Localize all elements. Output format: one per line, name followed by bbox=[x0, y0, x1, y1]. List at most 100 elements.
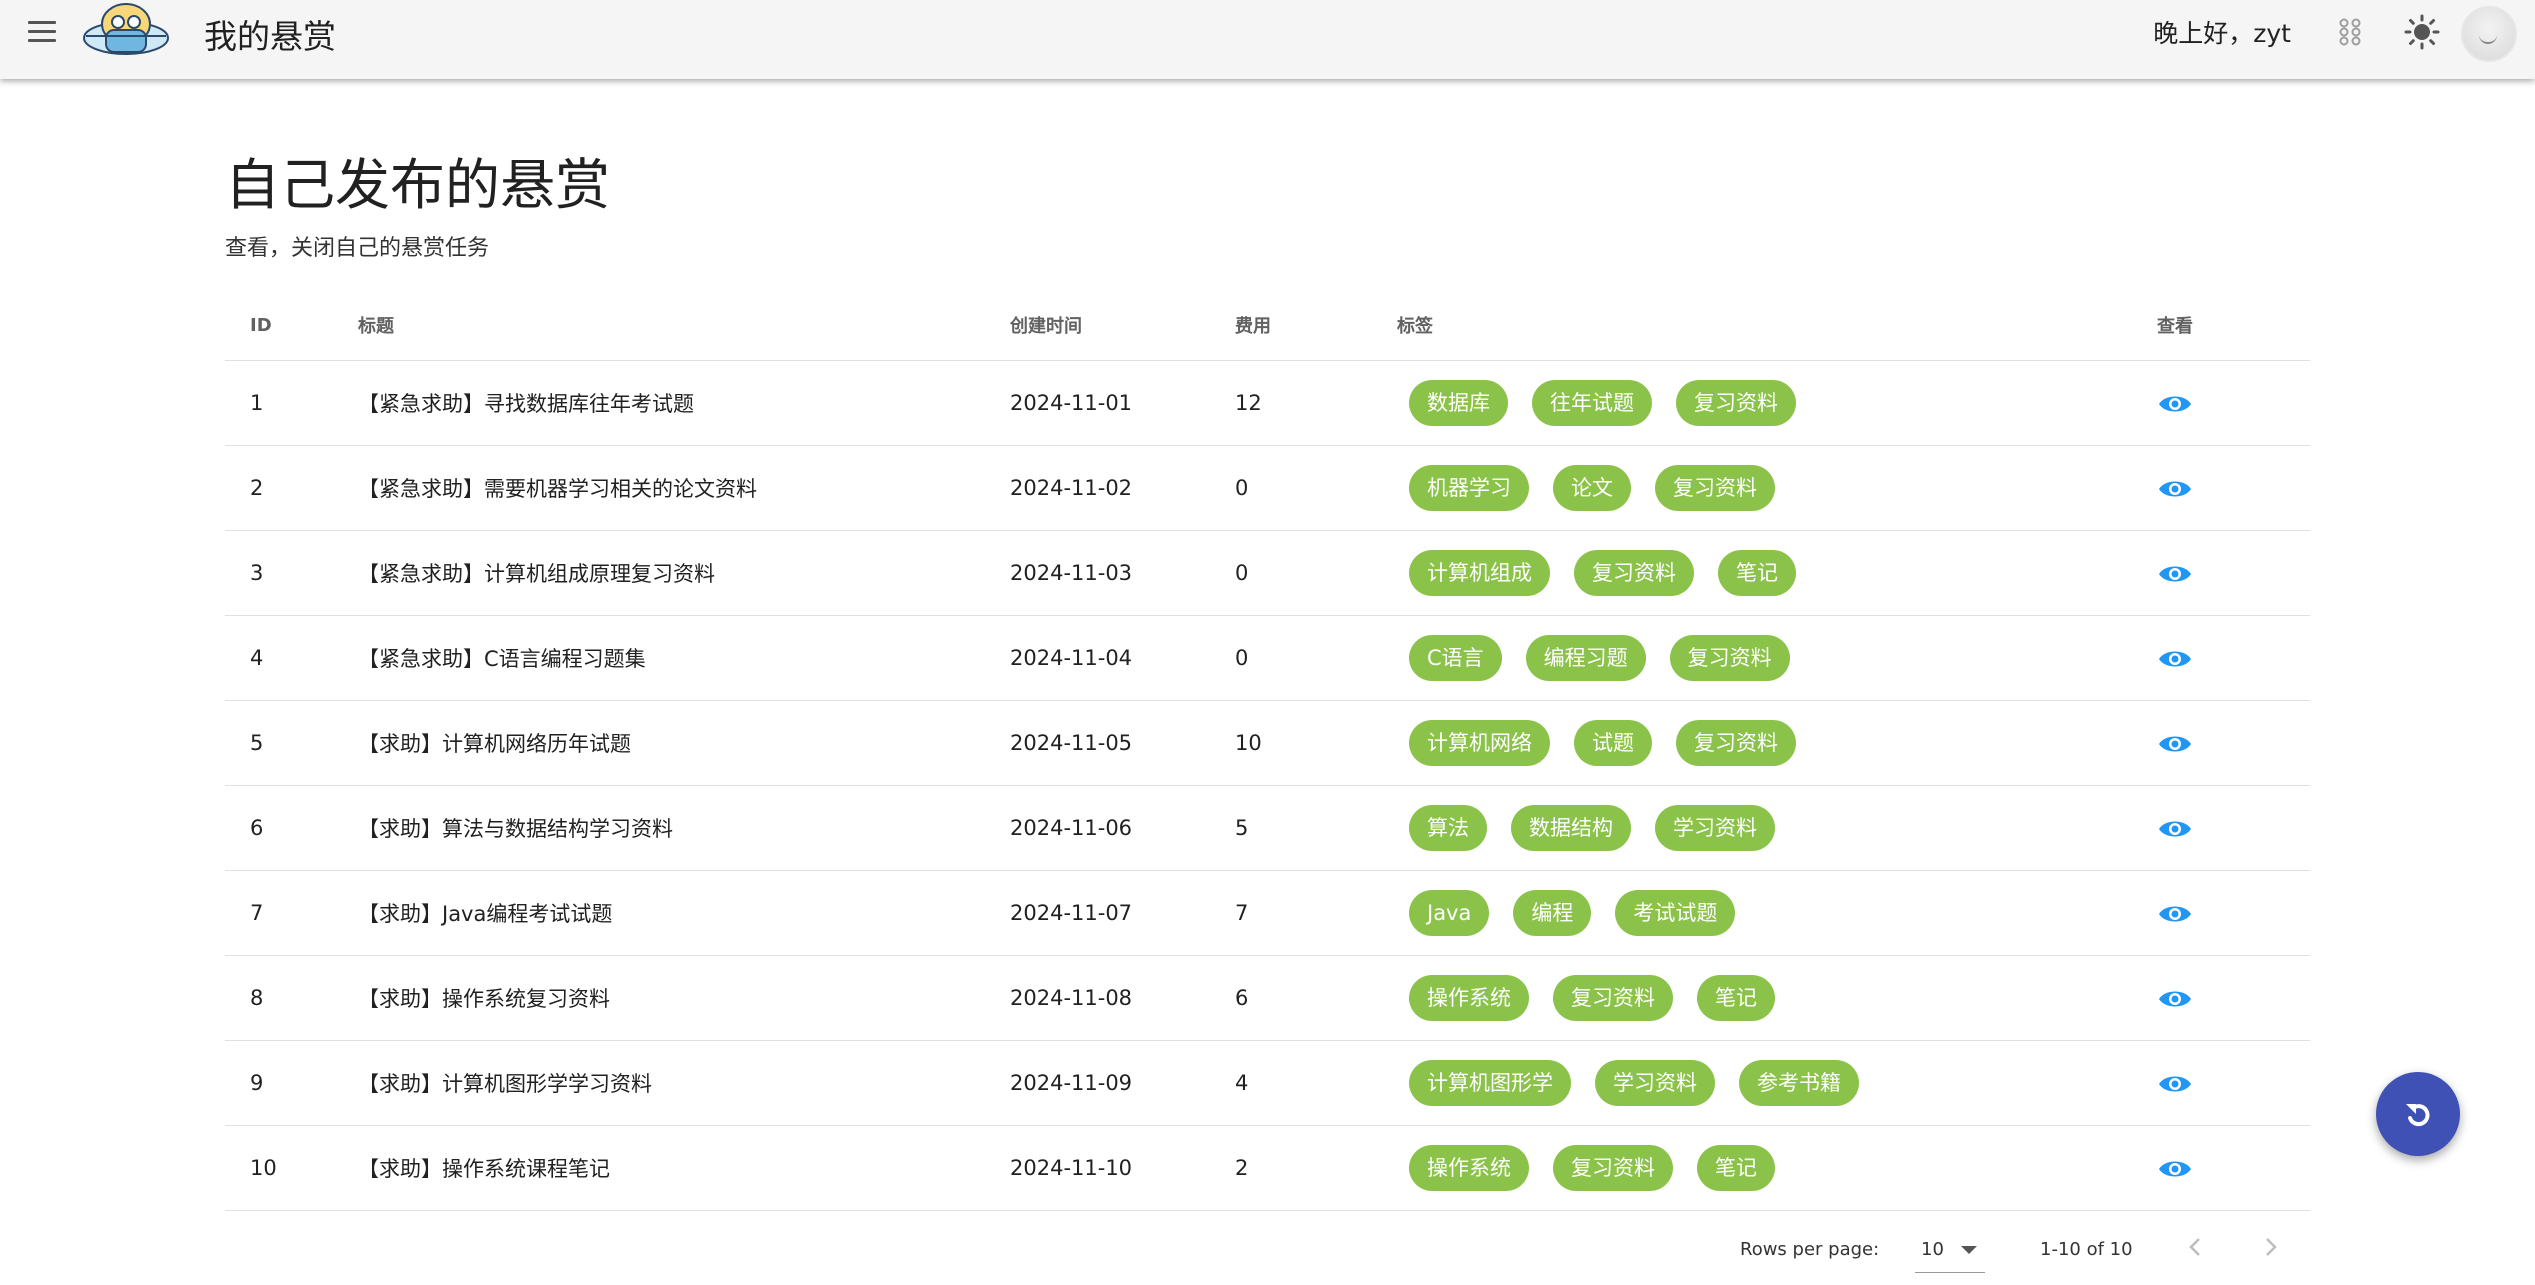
column-header-id[interactable]: ID bbox=[225, 290, 358, 361]
tag-chip[interactable]: 数据结构 bbox=[1511, 805, 1631, 851]
tag-chip[interactable]: 复习资料 bbox=[1676, 380, 1796, 426]
back-fab-button[interactable] bbox=[2376, 1072, 2460, 1156]
cell-fee: 0 bbox=[1235, 445, 1397, 531]
undo-icon bbox=[2406, 1104, 2430, 1127]
tag-chip[interactable]: 复习资料 bbox=[1669, 635, 1790, 681]
rows-per-page-select[interactable]: 10 bbox=[1915, 1226, 1985, 1273]
app-logo[interactable] bbox=[76, 0, 176, 62]
tag-chip[interactable]: 操作系统 bbox=[1409, 975, 1529, 1021]
tag-chip[interactable]: 复习资料 bbox=[1676, 720, 1796, 766]
cell-created: 2024-11-07 bbox=[1010, 870, 1235, 956]
tag-chip[interactable]: Java bbox=[1409, 890, 1490, 936]
tag-chip[interactable]: 复习资料 bbox=[1574, 550, 1694, 596]
cell-title: 【紧急求助】计算机组成原理复习资料 bbox=[358, 530, 1010, 616]
cell-id: 7 bbox=[225, 870, 358, 956]
tag-chip[interactable]: 复习资料 bbox=[1655, 465, 1775, 511]
cell-id: 5 bbox=[225, 700, 358, 786]
cell-view bbox=[2157, 615, 2310, 701]
table-row[interactable]: 5 【求助】计算机网络历年试题 2024-11-05 10 计算机网络 试题 复习资料 bbox=[225, 700, 2310, 786]
column-header-title[interactable]: 标题 bbox=[358, 290, 1010, 361]
eye-icon[interactable] bbox=[2157, 1157, 2193, 1181]
cheese-connect-icon[interactable] bbox=[2326, 10, 2374, 54]
cell-tags: 操作系统 复习资料 笔记 bbox=[1397, 1125, 2157, 1211]
tag-chip[interactable]: 笔记 bbox=[1718, 550, 1796, 596]
table-row[interactable]: 10 【求助】操作系统课程笔记 2024-11-10 2 操作系统 复习资料 笔记 bbox=[225, 1125, 2310, 1211]
cell-created: 2024-11-10 bbox=[1010, 1125, 1235, 1211]
cell-fee: 6 bbox=[1235, 955, 1397, 1041]
cell-created: 2024-11-04 bbox=[1010, 615, 1235, 701]
prev-page-button[interactable] bbox=[2180, 1232, 2210, 1262]
cell-id: 6 bbox=[225, 785, 358, 871]
cell-title: 【求助】Java编程考试试题 bbox=[358, 870, 1010, 956]
eye-icon[interactable] bbox=[2157, 732, 2193, 756]
cell-tags: Java 编程 考试试题 bbox=[1397, 870, 2157, 956]
tag-chip[interactable]: C语言 bbox=[1409, 635, 1502, 681]
tag-chip[interactable]: 机器学习 bbox=[1409, 465, 1529, 511]
column-header-created[interactable]: 创建时间 bbox=[1010, 290, 1235, 361]
cell-title: 【求助】操作系统复习资料 bbox=[358, 955, 1010, 1041]
tag-chip[interactable]: 考试试题 bbox=[1615, 890, 1736, 936]
cell-created: 2024-11-08 bbox=[1010, 955, 1235, 1041]
rows-per-page-value: 10 bbox=[1921, 1239, 1944, 1260]
tag-chip[interactable]: 学习资料 bbox=[1595, 1060, 1715, 1106]
tag-chip[interactable]: 复习资料 bbox=[1553, 1145, 1673, 1191]
table-row[interactable]: 4 【紧急求助】C语言编程习题集 2024-11-04 0 C语言 编程习题 复习资料 bbox=[225, 615, 2310, 701]
app-title: 我的悬赏 bbox=[204, 17, 336, 56]
tag-chip[interactable]: 算法 bbox=[1409, 805, 1487, 851]
column-header-view[interactable]: 查看 bbox=[2157, 290, 2310, 361]
tag-chip[interactable]: 学习资料 bbox=[1655, 805, 1775, 851]
column-header-tags[interactable]: 标签 bbox=[1397, 290, 2157, 361]
table-row[interactable]: 1 【紧急求助】寻找数据库往年考试题 2024-11-01 12 数据库 往年试题 复习资料 bbox=[225, 360, 2310, 446]
table-row[interactable]: 7 【求助】Java编程考试试题 2024-11-07 7 Java 编程 考试试题 bbox=[225, 870, 2310, 956]
tag-chip[interactable]: 编程 bbox=[1513, 890, 1592, 936]
tag-chip[interactable]: 计算机网络 bbox=[1409, 720, 1550, 766]
cell-title: 【求助】操作系统课程笔记 bbox=[358, 1125, 1010, 1211]
brightness-icon[interactable] bbox=[2398, 10, 2446, 54]
menu-icon[interactable] bbox=[22, 14, 62, 48]
tag-chip[interactable]: 试题 bbox=[1574, 720, 1652, 766]
tag-chip[interactable]: 笔记 bbox=[1697, 1145, 1775, 1191]
cell-fee: 7 bbox=[1235, 870, 1397, 956]
cell-tags: 机器学习 论文 复习资料 bbox=[1397, 445, 2157, 531]
next-page-button[interactable] bbox=[2256, 1232, 2286, 1262]
table-row[interactable]: 9 【求助】计算机图形学学习资料 2024-11-09 4 计算机图形学 学习资料 参考书籍 bbox=[225, 1040, 2310, 1126]
eye-icon[interactable] bbox=[2157, 987, 2193, 1011]
tag-chip[interactable]: 数据库 bbox=[1409, 380, 1508, 426]
eye-icon[interactable] bbox=[2157, 1072, 2193, 1096]
table-row[interactable]: 2 【紧急求助】需要机器学习相关的论文资料 2024-11-02 0 机器学习 论文 复习资… bbox=[225, 445, 2310, 531]
tag-chip[interactable]: 论文 bbox=[1553, 465, 1631, 511]
tag-chip[interactable]: 复习资料 bbox=[1553, 975, 1673, 1021]
table-header-row: ID 标题 创建时间 费用 标签 查看 bbox=[225, 290, 2310, 361]
cell-view bbox=[2157, 1125, 2310, 1211]
tag-chip[interactable]: 编程习题 bbox=[1525, 635, 1646, 681]
pagination-range: 1-10 of 10 bbox=[2040, 1239, 2133, 1260]
table-row[interactable]: 6 【求助】算法与数据结构学习资料 2024-11-06 5 算法 数据结构 学习资料 bbox=[225, 785, 2310, 871]
tag-chip[interactable]: 计算机图形学 bbox=[1409, 1060, 1571, 1106]
user-avatar[interactable] bbox=[2461, 6, 2517, 62]
tag-chip[interactable]: 笔记 bbox=[1697, 975, 1775, 1021]
cell-id: 9 bbox=[225, 1040, 358, 1126]
cell-title: 【紧急求助】需要机器学习相关的论文资料 bbox=[358, 445, 1010, 531]
cell-fee: 0 bbox=[1235, 530, 1397, 616]
table-row[interactable]: 8 【求助】操作系统复习资料 2024-11-08 6 操作系统 复习资料 笔记 bbox=[225, 955, 2310, 1041]
cell-created: 2024-11-02 bbox=[1010, 445, 1235, 531]
tag-chip[interactable]: 操作系统 bbox=[1409, 1145, 1529, 1191]
eye-icon[interactable] bbox=[2157, 477, 2193, 501]
cell-fee: 4 bbox=[1235, 1040, 1397, 1126]
tag-chip[interactable]: 参考书籍 bbox=[1739, 1060, 1859, 1106]
eye-icon[interactable] bbox=[2157, 902, 2193, 926]
cell-view bbox=[2157, 445, 2310, 531]
cell-fee: 2 bbox=[1235, 1125, 1397, 1211]
eye-icon[interactable] bbox=[2157, 562, 2193, 586]
cell-id: 8 bbox=[225, 955, 358, 1041]
page-title: 自己发布的悬赏 bbox=[225, 153, 611, 217]
cell-id: 1 bbox=[225, 360, 358, 446]
eye-icon[interactable] bbox=[2157, 647, 2193, 671]
eye-icon[interactable] bbox=[2157, 817, 2193, 841]
table-row[interactable]: 3 【紧急求助】计算机组成原理复习资料 2024-11-03 0 计算机组成 复习资料 笔记 bbox=[225, 530, 2310, 616]
cell-id: 10 bbox=[225, 1125, 358, 1211]
tag-chip[interactable]: 计算机组成 bbox=[1409, 550, 1550, 596]
column-header-fee[interactable]: 费用 bbox=[1235, 290, 1397, 361]
eye-icon[interactable] bbox=[2157, 392, 2193, 416]
tag-chip[interactable]: 往年试题 bbox=[1532, 380, 1652, 426]
